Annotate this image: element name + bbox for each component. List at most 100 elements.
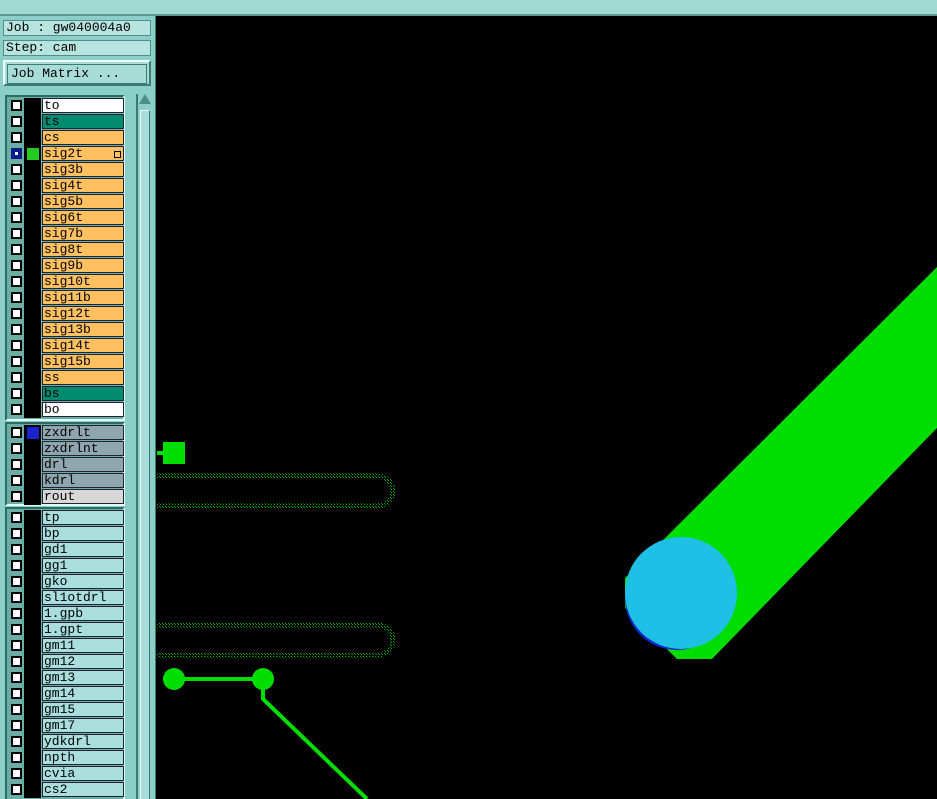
layer-affected-cell[interactable] (24, 457, 41, 473)
layer-affected-cell[interactable] (24, 686, 41, 702)
layer-checkbox[interactable] (11, 640, 22, 651)
trace-segment[interactable] (163, 668, 369, 799)
layer-checkbox[interactable] (11, 752, 22, 763)
layer-affected-cell[interactable] (24, 750, 41, 766)
layer-checkbox[interactable] (11, 672, 22, 683)
layer-affected-cell[interactable] (24, 734, 41, 750)
layer-row-sig10t[interactable]: sig10t (8, 274, 124, 290)
layer-checkbox[interactable] (11, 340, 22, 351)
layer-checkbox[interactable] (11, 736, 22, 747)
layer-checkbox[interactable] (11, 276, 22, 287)
layer-name-label[interactable]: 1.gpb (42, 606, 124, 621)
layer-affected-cell[interactable] (24, 130, 41, 146)
layer-checkbox[interactable] (11, 308, 22, 319)
layer-row-gm12[interactable]: gm12 (8, 654, 124, 670)
layer-row-sig15b[interactable]: sig15b (8, 354, 124, 370)
layer-row-to[interactable]: to (8, 98, 124, 114)
layer-affected-cell[interactable] (24, 322, 41, 338)
layer-row-sl1otdrl[interactable]: sl1otdrl (8, 590, 124, 606)
layer-name-label[interactable]: 1.gpt (42, 622, 124, 637)
layer-row-gm14[interactable]: gm14 (8, 686, 124, 702)
layer-name-label[interactable]: sig8t (42, 242, 124, 257)
layer-checkbox[interactable] (11, 388, 22, 399)
layer-checkbox[interactable] (11, 196, 22, 207)
job-matrix-button[interactable]: Job Matrix ... (3, 60, 151, 86)
layer-affected-cell[interactable] (24, 542, 41, 558)
layer-row-gm11[interactable]: gm11 (8, 638, 124, 654)
layer-name-label[interactable]: ydkdrl (42, 734, 124, 749)
layer-row-sig3b[interactable]: sig3b (8, 162, 124, 178)
layer-row-bs[interactable]: bs (8, 386, 124, 402)
layer-name-label[interactable]: sig9b (42, 258, 124, 273)
layer-row-1-gpb[interactable]: 1.gpb (8, 606, 124, 622)
layer-checkbox[interactable] (11, 608, 22, 619)
hatched-finger-outline-1[interactable] (157, 473, 396, 509)
hatched-finger-outline-2[interactable] (157, 622, 396, 658)
layer-checkbox[interactable] (11, 148, 22, 159)
layer-name-label[interactable]: tp (42, 510, 124, 525)
layer-row-sig5b[interactable]: sig5b (8, 194, 124, 210)
layer-name-label[interactable]: to (42, 98, 124, 113)
layer-name-label[interactable]: sig12t (42, 306, 124, 321)
layer-row-gko[interactable]: gko (8, 574, 124, 590)
layer-affected-cell[interactable] (24, 338, 41, 354)
layer-name-label[interactable]: ss (42, 370, 124, 385)
layer-row-ss[interactable]: ss (8, 370, 124, 386)
layer-name-label[interactable]: gm17 (42, 718, 124, 733)
layer-affected-cell[interactable] (24, 370, 41, 386)
layer-name-label[interactable]: gd1 (42, 542, 124, 557)
layer-affected-cell[interactable] (24, 670, 41, 686)
layer-checkbox[interactable] (11, 228, 22, 239)
layer-affected-cell[interactable] (24, 654, 41, 670)
layer-row-cs2[interactable]: cs2 (8, 782, 124, 798)
layer-checkbox[interactable] (11, 244, 22, 255)
layer-checkbox[interactable] (11, 100, 22, 111)
layer-name-label[interactable]: zxdrlnt (42, 441, 124, 456)
layer-name-label[interactable]: gm12 (42, 654, 124, 669)
layer-row-cvia[interactable]: cvia (8, 766, 124, 782)
layer-name-label[interactable]: bo (42, 402, 124, 417)
layer-name-label[interactable]: drl (42, 457, 124, 472)
layer-affected-cell[interactable] (24, 489, 41, 505)
layer-affected-cell[interactable] (24, 242, 41, 258)
layer-affected-cell[interactable] (24, 638, 41, 654)
layer-affected-cell[interactable] (24, 510, 41, 526)
layer-checkbox[interactable] (11, 324, 22, 335)
layer-checkbox[interactable] (11, 512, 22, 523)
layer-checkbox[interactable] (11, 475, 22, 486)
layer-name-label[interactable]: npth (42, 750, 124, 765)
layer-row-bo[interactable]: bo (8, 402, 124, 418)
layer-checkbox[interactable] (11, 576, 22, 587)
layer-checkbox[interactable] (11, 116, 22, 127)
layer-name-label[interactable]: sig2t (42, 146, 124, 161)
layer-row-kdrl[interactable]: kdrl (8, 473, 124, 489)
layer-affected-cell[interactable] (24, 98, 41, 114)
layer-row-sig2t[interactable]: sig2t (8, 146, 124, 162)
layer-row-sig8t[interactable]: sig8t (8, 242, 124, 258)
graphics-canvas[interactable] (157, 18, 937, 799)
layer-affected-cell[interactable] (24, 194, 41, 210)
layer-name-label[interactable]: sig13b (42, 322, 124, 337)
layer-affected-cell[interactable] (24, 718, 41, 734)
layer-affected-cell[interactable] (24, 162, 41, 178)
layer-checkbox[interactable] (11, 180, 22, 191)
layer-affected-cell[interactable] (24, 526, 41, 542)
layer-name-label[interactable]: sig10t (42, 274, 124, 289)
layer-checkbox[interactable] (11, 624, 22, 635)
layer-affected-cell[interactable] (24, 622, 41, 638)
layer-checkbox[interactable] (11, 784, 22, 795)
square-pad[interactable] (157, 442, 185, 464)
layer-checkbox[interactable] (11, 132, 22, 143)
layer-name-label[interactable]: sl1otdrl (42, 590, 124, 605)
layer-affected-cell[interactable] (24, 441, 41, 457)
layer-row-sig7b[interactable]: sig7b (8, 226, 124, 242)
layer-name-label[interactable]: rout (42, 489, 124, 504)
layer-affected-cell[interactable] (24, 766, 41, 782)
layer-affected-cell[interactable] (24, 473, 41, 489)
layer-row-drl[interactable]: drl (8, 457, 124, 473)
layer-row-sig13b[interactable]: sig13b (8, 322, 124, 338)
layer-row-gm17[interactable]: gm17 (8, 718, 124, 734)
layer-name-label[interactable]: sig7b (42, 226, 124, 241)
layer-affected-cell[interactable] (24, 402, 41, 418)
layer-name-label[interactable]: gg1 (42, 558, 124, 573)
